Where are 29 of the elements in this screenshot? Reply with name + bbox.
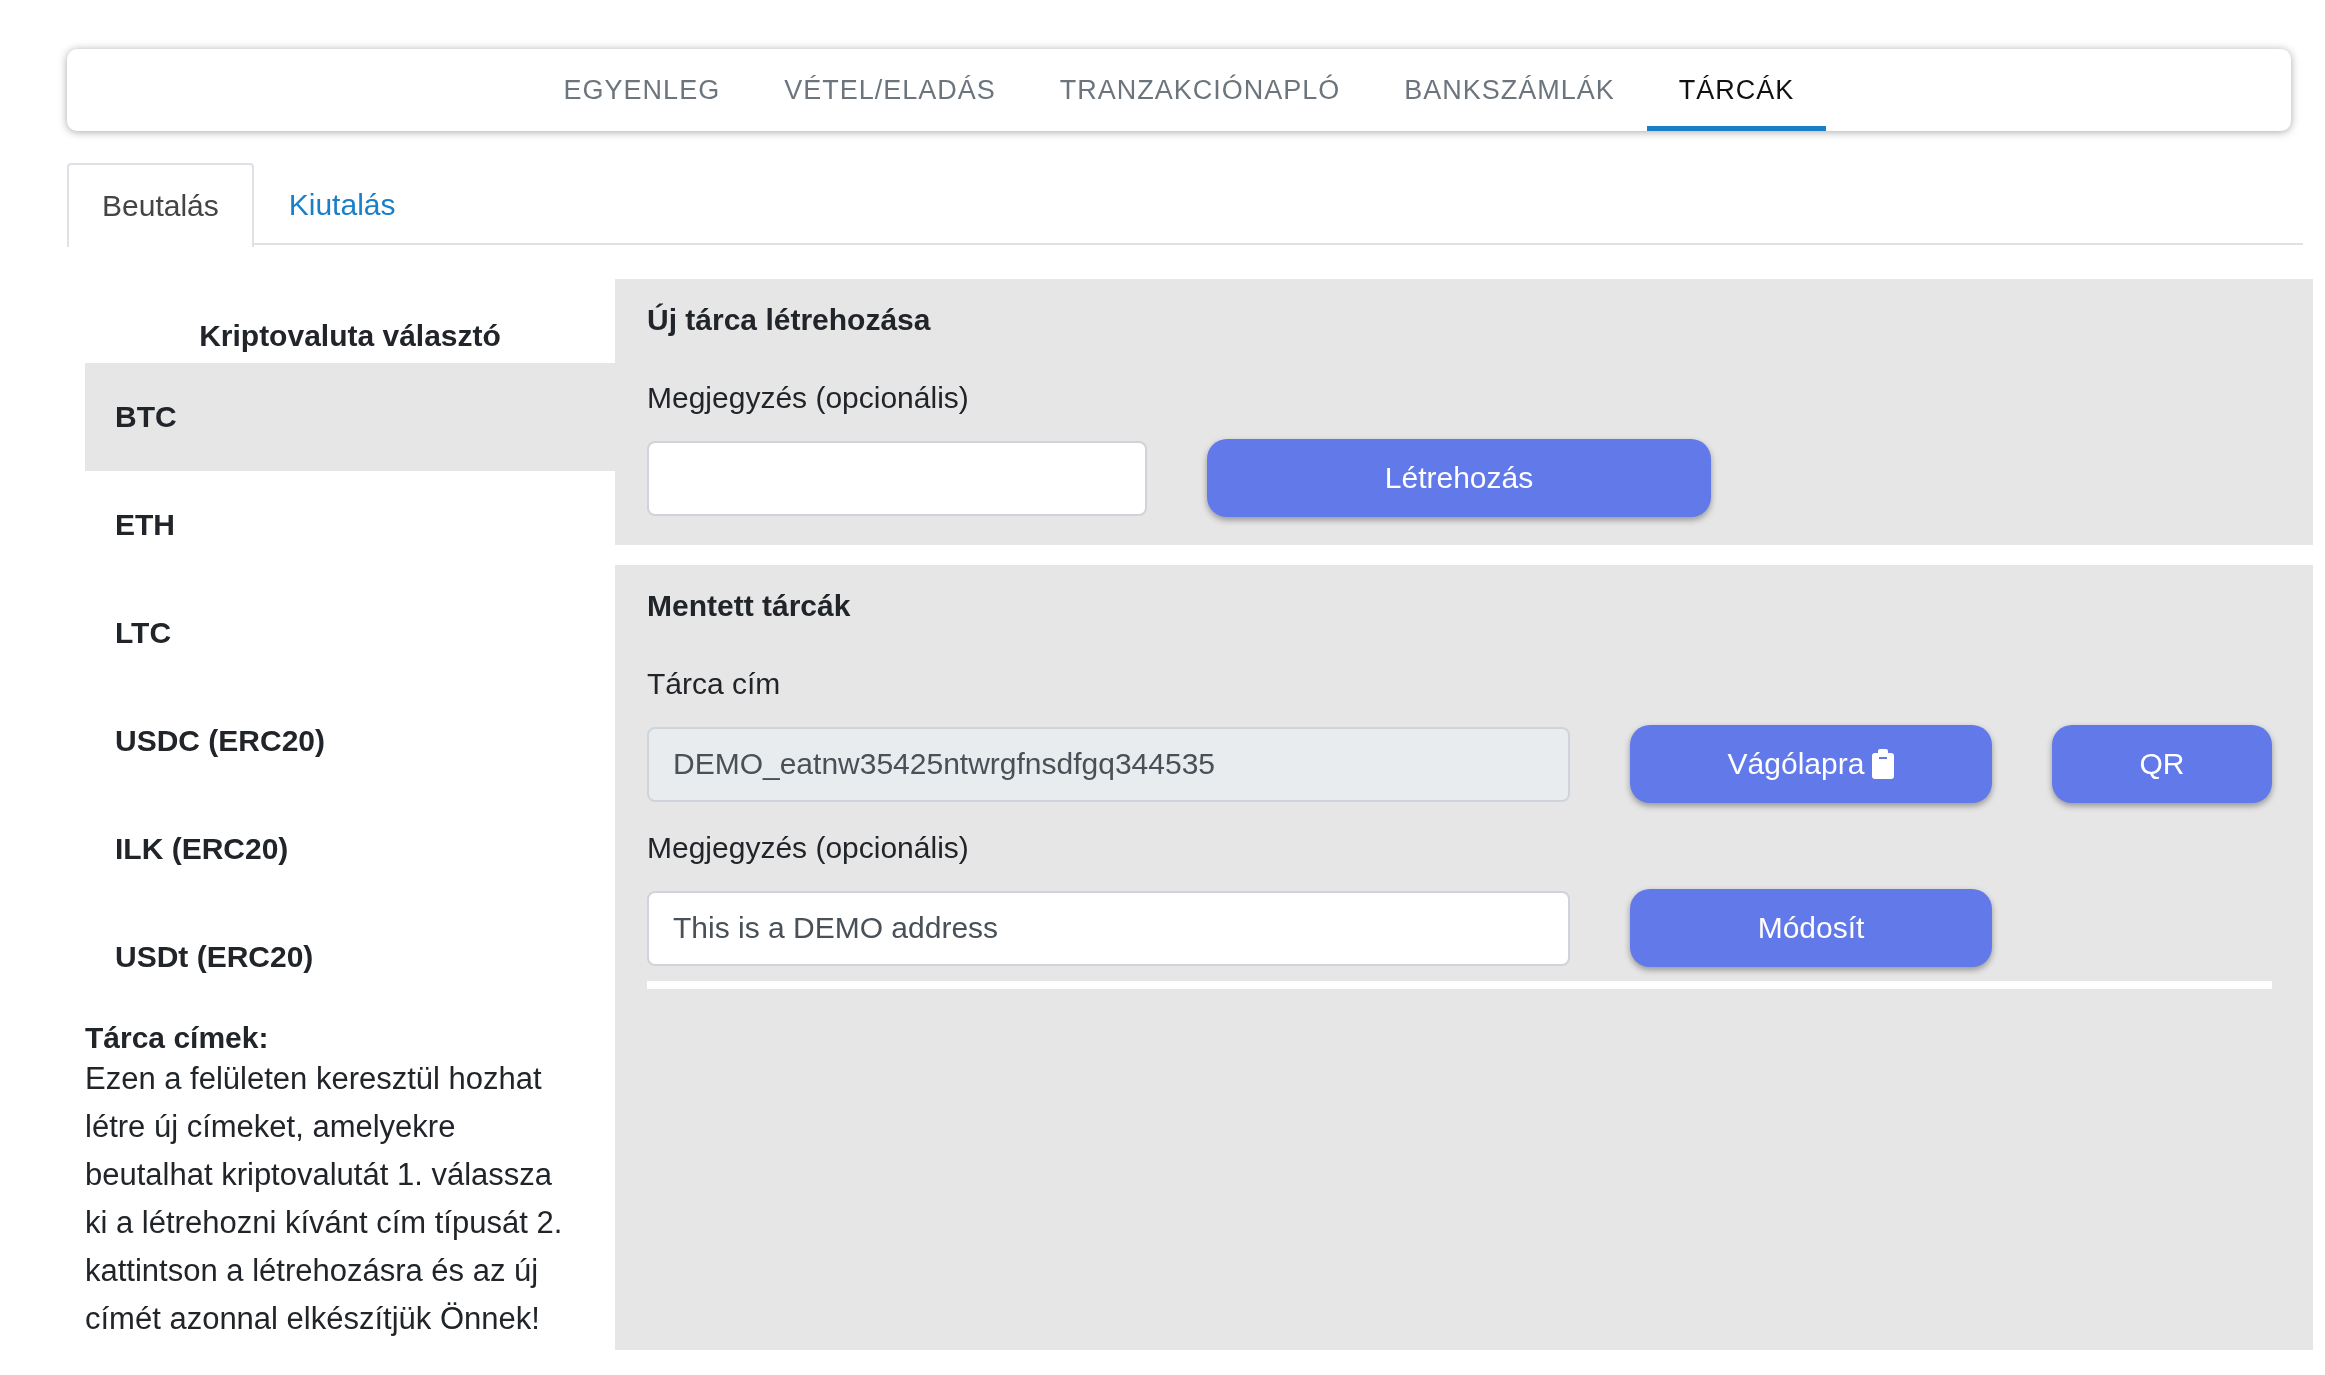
currency-item[interactable]: ILK (ERC20) bbox=[85, 795, 615, 903]
nav-link[interactable]: TÁRCÁK bbox=[1646, 49, 1827, 131]
panel-title: Új tárca létrehozása bbox=[647, 302, 931, 337]
currency-item[interactable]: LTC bbox=[85, 579, 615, 687]
panel-title: Mentett tárcák bbox=[647, 588, 851, 623]
info-paragraph: Ezen a felületen keresztül hozhat létre új címeket, amelyekre beutalhat kriptovalutát 1. válassza ki a létrehozni kívánt cím típusát 2. kattintson a létrehozásra és az új címét azonnal elkészítjük Önnek! bbox=[85, 1060, 564, 1338]
copy-button[interactable]: Vágólapra bbox=[1630, 725, 1992, 803]
currency-item[interactable]: BTC bbox=[85, 363, 615, 471]
tab[interactable]: Kiutalás bbox=[253, 163, 431, 245]
field-label: Megjegyzés (opcionális) bbox=[647, 381, 969, 415]
address-field[interactable]: DEMO_eatnw35425ntwrgfnsdfgq344535 bbox=[647, 726, 1570, 802]
tab[interactable]: Beutalás bbox=[67, 163, 254, 247]
qr-button[interactable]: QR bbox=[2052, 725, 2272, 803]
currency-item[interactable]: ETH bbox=[85, 471, 615, 579]
currency-item[interactable]: USDt (ERC20) bbox=[85, 903, 615, 1011]
note-input-field[interactable] bbox=[647, 440, 1147, 516]
currency-item[interactable]: USDC (ERC20) bbox=[85, 687, 615, 795]
nav-link[interactable]: EGYENLEG bbox=[531, 49, 753, 131]
create-button[interactable]: Létrehozás bbox=[1207, 439, 1711, 517]
note-input-field[interactable]: This is a DEMO address bbox=[647, 890, 1570, 966]
field-label: Tárca cím bbox=[647, 667, 781, 701]
nav-link[interactable]: BANKSZÁMLÁK bbox=[1372, 49, 1647, 131]
modify-button[interactable]: Módosít bbox=[1630, 889, 1992, 967]
info-title: Tárca címek: bbox=[85, 1021, 270, 1055]
clipboard-icon bbox=[1872, 749, 1895, 779]
field-label: Megjegyzés (opcionális) bbox=[647, 831, 969, 865]
sidebar-title: Kriptovaluta választó bbox=[198, 318, 502, 354]
nav-link[interactable]: VÉTEL/ELADÁS bbox=[752, 49, 1028, 131]
nav-link[interactable]: TRANZAKCIÓNAPLÓ bbox=[1027, 49, 1373, 131]
